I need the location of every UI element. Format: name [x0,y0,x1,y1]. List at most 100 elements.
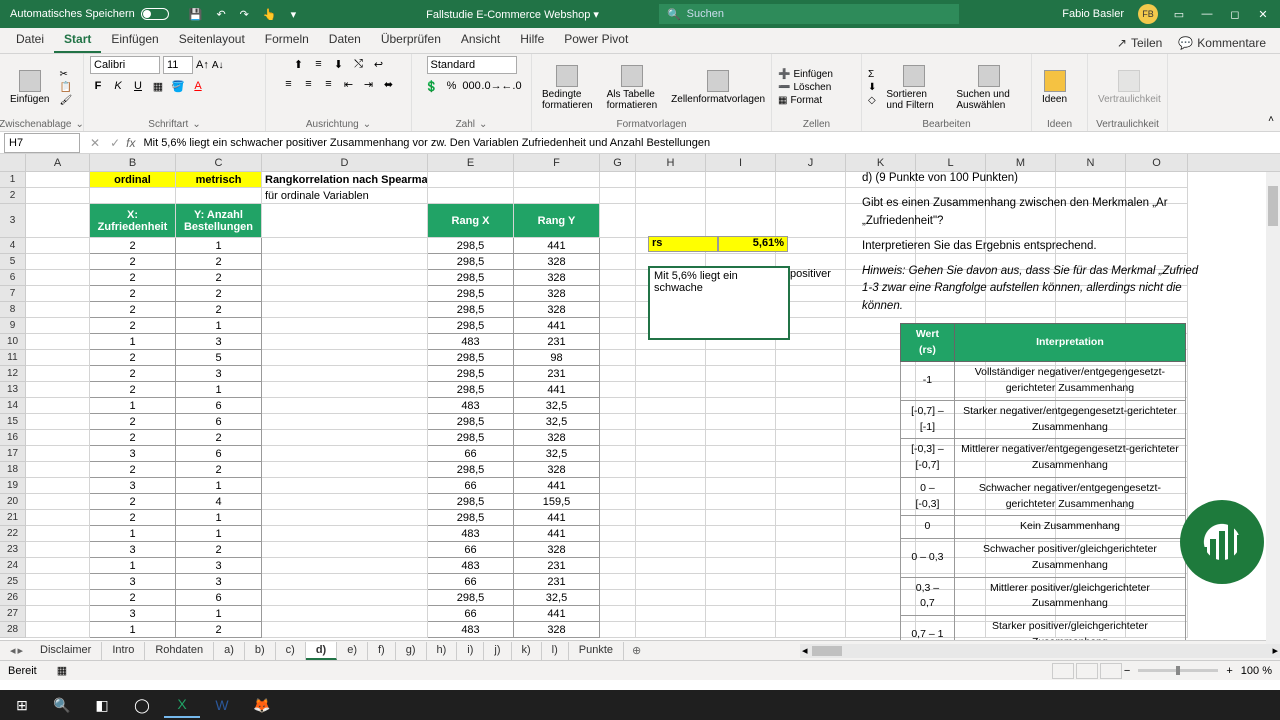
cell[interactable]: 2 [90,414,176,430]
row-header[interactable]: 2 [0,188,26,204]
cell[interactable]: 2 [90,494,176,510]
cell[interactable]: 298,5 [428,254,514,270]
cell[interactable] [26,558,90,574]
cell[interactable] [262,254,428,270]
cell[interactable]: 441 [514,382,600,398]
sheet-tab[interactable]: Punkte [569,642,624,660]
cell[interactable]: 3 [90,574,176,590]
cell[interactable]: für ordinale Variablen [262,188,428,204]
cell[interactable] [600,510,636,526]
decrease-decimal-icon[interactable]: ←.0 [504,78,520,94]
cell[interactable] [262,478,428,494]
col-header[interactable]: G [600,154,636,171]
row-header[interactable]: 4 [0,238,26,254]
tab-einfügen[interactable]: Einfügen [101,27,168,53]
maximize-icon[interactable]: ◻ [1228,7,1242,21]
cell[interactable] [636,398,706,414]
cell[interactable]: 2 [90,510,176,526]
cell[interactable] [706,478,776,494]
cell[interactable]: Y: Anzahl Bestellungen [176,204,262,238]
cell[interactable]: 441 [514,606,600,622]
row-header[interactable]: 22 [0,526,26,542]
row-header[interactable]: 9 [0,318,26,334]
cell[interactable] [600,172,636,188]
row-header[interactable]: 13 [0,382,26,398]
tab-daten[interactable]: Daten [319,27,371,53]
cell[interactable] [636,558,706,574]
cell[interactable]: 483 [428,398,514,414]
row-header[interactable]: 15 [0,414,26,430]
cell[interactable] [636,350,706,366]
fx-icon[interactable]: fx [126,136,139,150]
document-title[interactable]: Fallstudie E-Commerce Webshop ▾ [426,8,599,21]
taskview-icon[interactable]: ◧ [84,692,120,718]
page-break-view-icon[interactable] [1100,663,1122,679]
format-painter-icon[interactable]: 🖌 [59,95,72,106]
cell[interactable] [600,302,636,318]
cell[interactable] [26,398,90,414]
cell[interactable] [26,334,90,350]
cell[interactable]: 66 [428,446,514,462]
cell[interactable]: 2 [176,430,262,446]
touch-icon[interactable]: 👆 [263,8,277,21]
align-middle-icon[interactable]: ≡ [311,56,327,72]
clear-icon[interactable]: ◇ [868,95,876,106]
cell[interactable] [262,238,428,254]
cell[interactable]: 2 [90,238,176,254]
cell[interactable] [636,462,706,478]
cell[interactable]: 298,5 [428,382,514,398]
sheet-tab[interactable]: h) [427,642,458,660]
add-sheet-button[interactable]: ⊕ [624,642,649,659]
insert-cells-button[interactable]: ➕ Einfügen [778,69,833,80]
cell[interactable] [26,366,90,382]
cell[interactable] [600,494,636,510]
cell[interactable]: 1 [90,622,176,638]
row-header[interactable]: 6 [0,270,26,286]
cell[interactable]: Rangkorrelation nach Spearman [262,172,428,188]
cell[interactable] [706,382,776,398]
sheet-nav-prev-icon[interactable]: ◂ [10,644,16,657]
cell[interactable] [26,494,90,510]
cell[interactable]: 2 [176,254,262,270]
cell[interactable] [262,590,428,606]
cell[interactable] [26,302,90,318]
row-header[interactable]: 11 [0,350,26,366]
cell[interactable] [262,270,428,286]
cell[interactable] [636,510,706,526]
cell[interactable] [636,526,706,542]
zoom-level[interactable]: 100 % [1241,665,1272,677]
grow-font-icon[interactable]: A↑ [196,59,209,71]
cell[interactable]: 6 [176,590,262,606]
cell[interactable] [600,254,636,270]
cell[interactable] [706,446,776,462]
cell[interactable]: 298,5 [428,318,514,334]
col-header[interactable]: O [1126,154,1188,171]
cell[interactable] [26,172,90,188]
cell[interactable] [26,286,90,302]
cell[interactable] [600,270,636,286]
cell[interactable]: 3 [176,366,262,382]
cell[interactable]: 441 [514,478,600,494]
row-header[interactable]: 23 [0,542,26,558]
format-cells-button[interactable]: ▦ Format [778,95,833,106]
share-button[interactable]: ↗ Teilen [1111,33,1168,53]
close-icon[interactable]: ✕ [1256,7,1270,21]
cell[interactable] [706,414,776,430]
cell[interactable]: 2 [90,254,176,270]
customize-icon[interactable]: ▾ [291,8,297,21]
cell[interactable]: 2 [90,302,176,318]
cell[interactable] [636,382,706,398]
cell[interactable] [706,204,776,238]
cell[interactable] [262,350,428,366]
comments-button[interactable]: 💬 Kommentare [1172,33,1272,53]
row-header[interactable]: 7 [0,286,26,302]
row-header[interactable]: 5 [0,254,26,270]
cell[interactable]: 298,5 [428,350,514,366]
paste-button[interactable]: Einfügen [6,68,53,107]
cell[interactable] [600,430,636,446]
cell[interactable] [600,334,636,350]
excel-taskbar-icon[interactable]: X [164,692,200,718]
delete-cells-button[interactable]: ➖ Löschen [778,82,833,93]
cell[interactable] [776,622,846,638]
bold-icon[interactable]: F [90,78,106,94]
